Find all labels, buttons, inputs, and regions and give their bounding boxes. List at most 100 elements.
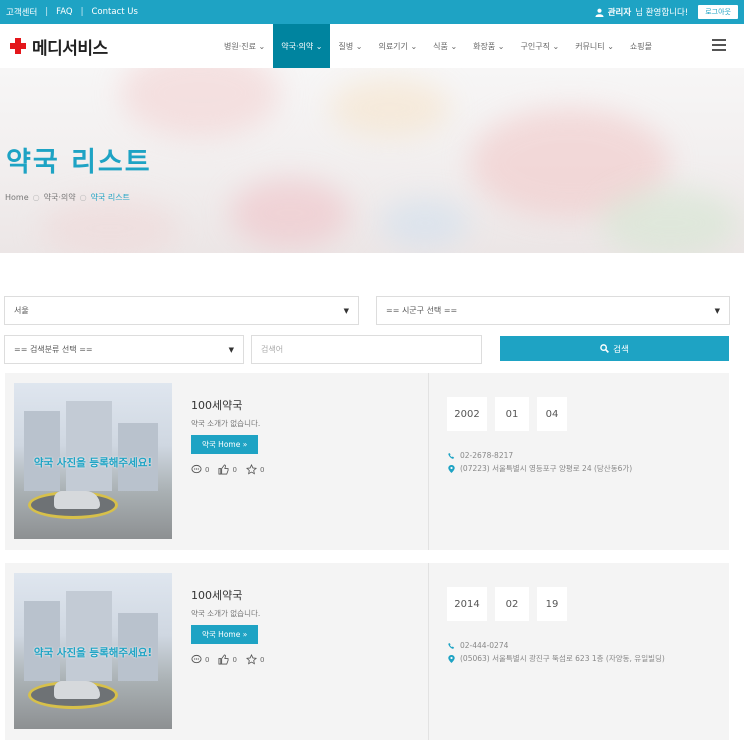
address-row: (07223) 서울특별시 영등포구 양평로 24 (당산동6가) <box>448 463 632 474</box>
like-count: 0 <box>232 655 237 664</box>
menu-label: 커뮤니티 <box>575 41 605 51</box>
main-menu: 병원·진료 ⌄ 약국·의약 ⌄ 질병 ⌄ 의료기기 ⌄ 식품 ⌄ 화장품 ⌄ 구… <box>216 24 660 68</box>
menu-label: 의료기기 <box>378 41 408 51</box>
breadcrumb-pharmacy[interactable]: 약국·의약 <box>44 192 76 203</box>
comment-stat[interactable]: 0 <box>191 464 209 475</box>
date-day: 19 <box>537 587 567 621</box>
phone-icon <box>448 452 455 459</box>
pharmacy-card: 약국 사진을 등록해주세요! 100세약국 약국 소개가 없습니다. 약국 Ho… <box>5 373 729 550</box>
pharmacy-photo-placeholder[interactable]: 약국 사진을 등록해주세요! <box>14 573 172 729</box>
page-title: 약국 리스트 <box>6 147 152 178</box>
date-year: 2002 <box>447 397 487 431</box>
keyword-input[interactable]: 검색어 <box>251 335 482 364</box>
phone-number[interactable]: 02-2678-8217 <box>460 451 513 460</box>
separator: | <box>45 7 49 17</box>
user-name: 관리자 <box>607 8 632 18</box>
search-icon <box>600 344 610 353</box>
greeting-text: 님 환영합니다! <box>635 8 689 18</box>
thumbs-up-icon <box>218 654 229 665</box>
menu-item-pharmacy[interactable]: 약국·의약 ⌄ <box>273 24 331 68</box>
pharmacy-name[interactable]: 100세약국 <box>191 397 264 413</box>
faq-link[interactable]: FAQ <box>56 7 72 17</box>
pharmacy-description: 약국 소개가 없습니다. <box>191 419 261 428</box>
star-count: 0 <box>259 655 265 664</box>
pharmacy-photo-placeholder[interactable]: 약국 사진을 등록해주세요! <box>14 383 172 539</box>
site-logo[interactable]: 메디서비스 <box>10 34 108 59</box>
pharmacy-description: 약국 소개가 없습니다. <box>191 609 261 618</box>
comment-count: 0 <box>205 465 210 474</box>
pharmacy-contact: 02-444-0274 (05063) 서울특별시 광진구 뚝섬로 623 1층… <box>448 641 665 667</box>
chevron-down-icon: ▼ <box>343 306 349 315</box>
menu-label: 병원·진료 <box>224 41 256 51</box>
phone-number[interactable]: 02-444-0274 <box>460 641 508 650</box>
breadcrumb: Home ○ 약국·의약 ○ 약국 리스트 <box>5 192 130 203</box>
contact-us-link[interactable]: Contact Us <box>92 7 138 17</box>
star-stat[interactable]: 0 <box>245 464 265 475</box>
top-utility-bar: 고객센터 | FAQ | Contact Us 관리자 님 환영합니다! 로그아웃 <box>0 0 744 24</box>
pharmacy-stats: 0 0 0 <box>191 654 264 665</box>
region-select[interactable]: 서울 ▼ <box>4 296 359 325</box>
map-pin-icon <box>448 464 455 473</box>
user-greeting: 관리자 님 환영합니다! 로그아웃 <box>595 5 738 19</box>
comment-count: 0 <box>205 655 210 664</box>
district-select-value: == 시군구 선택 == <box>386 306 458 315</box>
chevron-down-icon: ⌄ <box>315 41 323 51</box>
breadcrumb-separator-icon: ○ <box>32 193 40 202</box>
thumbs-up-icon <box>218 464 229 475</box>
map-pin-icon <box>448 654 455 663</box>
menu-label: 화장품 <box>473 41 496 51</box>
hamburger-menu-icon[interactable] <box>712 39 726 51</box>
card-divider <box>428 563 429 740</box>
like-stat[interactable]: 0 <box>218 464 237 475</box>
search-button[interactable]: 검색 <box>500 336 729 361</box>
menu-label: 구인구직 <box>520 41 550 51</box>
like-stat[interactable]: 0 <box>218 654 237 665</box>
category-select[interactable]: == 검색분류 선택 == ▼ <box>4 335 244 364</box>
card-divider <box>428 373 429 550</box>
category-select-value: == 검색분류 선택 == <box>14 345 93 354</box>
pharmacy-home-button[interactable]: 약국 Home » <box>191 625 259 644</box>
registration-date: 2014 02 19 <box>447 587 567 621</box>
logout-button[interactable]: 로그아웃 <box>698 5 738 19</box>
phone-icon <box>448 642 455 649</box>
date-year: 2014 <box>447 587 487 621</box>
pharmacy-name[interactable]: 100세약국 <box>191 587 264 603</box>
date-month: 01 <box>495 397 529 431</box>
utility-links: 고객센터 | FAQ | Contact Us <box>6 6 138 18</box>
like-count: 0 <box>232 465 237 474</box>
comment-icon <box>191 464 202 474</box>
phone-row: 02-2678-8217 <box>448 451 632 460</box>
menu-label: 질병 <box>338 41 354 51</box>
date-day: 04 <box>537 397 567 431</box>
page-hero: 약국 리스트 Home ○ 약국·의약 ○ 약국 리스트 <box>0 68 744 253</box>
chevron-down-icon: ⌄ <box>355 41 363 51</box>
comment-stat[interactable]: 0 <box>191 654 209 665</box>
chevron-down-icon: ⌄ <box>607 41 614 51</box>
star-icon <box>245 654 257 665</box>
district-select[interactable]: == 시군구 선택 == ▼ <box>376 296 730 325</box>
customer-center-link[interactable]: 고객센터 <box>6 6 37 18</box>
chevron-down-icon: ▼ <box>714 306 720 315</box>
date-month: 02 <box>495 587 529 621</box>
menu-item-food[interactable]: 식품 ⌄ <box>425 24 465 68</box>
chevron-down-icon: ⌄ <box>450 41 458 51</box>
star-count: 0 <box>259 465 265 474</box>
chevron-down-icon: ⌄ <box>410 41 418 51</box>
logo-text: 메디서비스 <box>32 38 108 59</box>
address-text: (05063) 서울특별시 광진구 뚝섬로 623 1층 (자양동, 유일빌딩) <box>460 654 665 663</box>
main-navbar: 메디서비스 병원·진료 ⌄ 약국·의약 ⌄ 질병 ⌄ 의료기기 ⌄ 식품 ⌄ 화… <box>0 24 744 68</box>
menu-item-hospital[interactable]: 병원·진료 ⌄ <box>216 24 273 68</box>
menu-item-disease[interactable]: 질병 ⌄ <box>330 24 370 68</box>
medical-cross-icon <box>10 38 26 54</box>
chevron-down-icon: ⌄ <box>552 41 560 51</box>
menu-item-medical-device[interactable]: 의료기기 ⌄ <box>370 24 425 68</box>
pharmacy-card: 약국 사진을 등록해주세요! 100세약국 약국 소개가 없습니다. 약국 Ho… <box>5 563 729 740</box>
menu-item-community[interactable]: 커뮤니티 ⌄ <box>567 24 622 68</box>
pharmacy-home-button[interactable]: 약국 Home » <box>191 435 259 454</box>
menu-item-jobs[interactable]: 구인구직 ⌄ <box>512 24 567 68</box>
menu-item-cosmetics[interactable]: 화장품 ⌄ <box>465 24 512 68</box>
star-stat[interactable]: 0 <box>245 654 265 665</box>
breadcrumb-home[interactable]: Home <box>5 193 29 202</box>
photo-caption: 약국 사진을 등록해주세요! <box>33 647 153 659</box>
menu-item-shop[interactable]: 쇼핑몰 <box>622 24 660 68</box>
